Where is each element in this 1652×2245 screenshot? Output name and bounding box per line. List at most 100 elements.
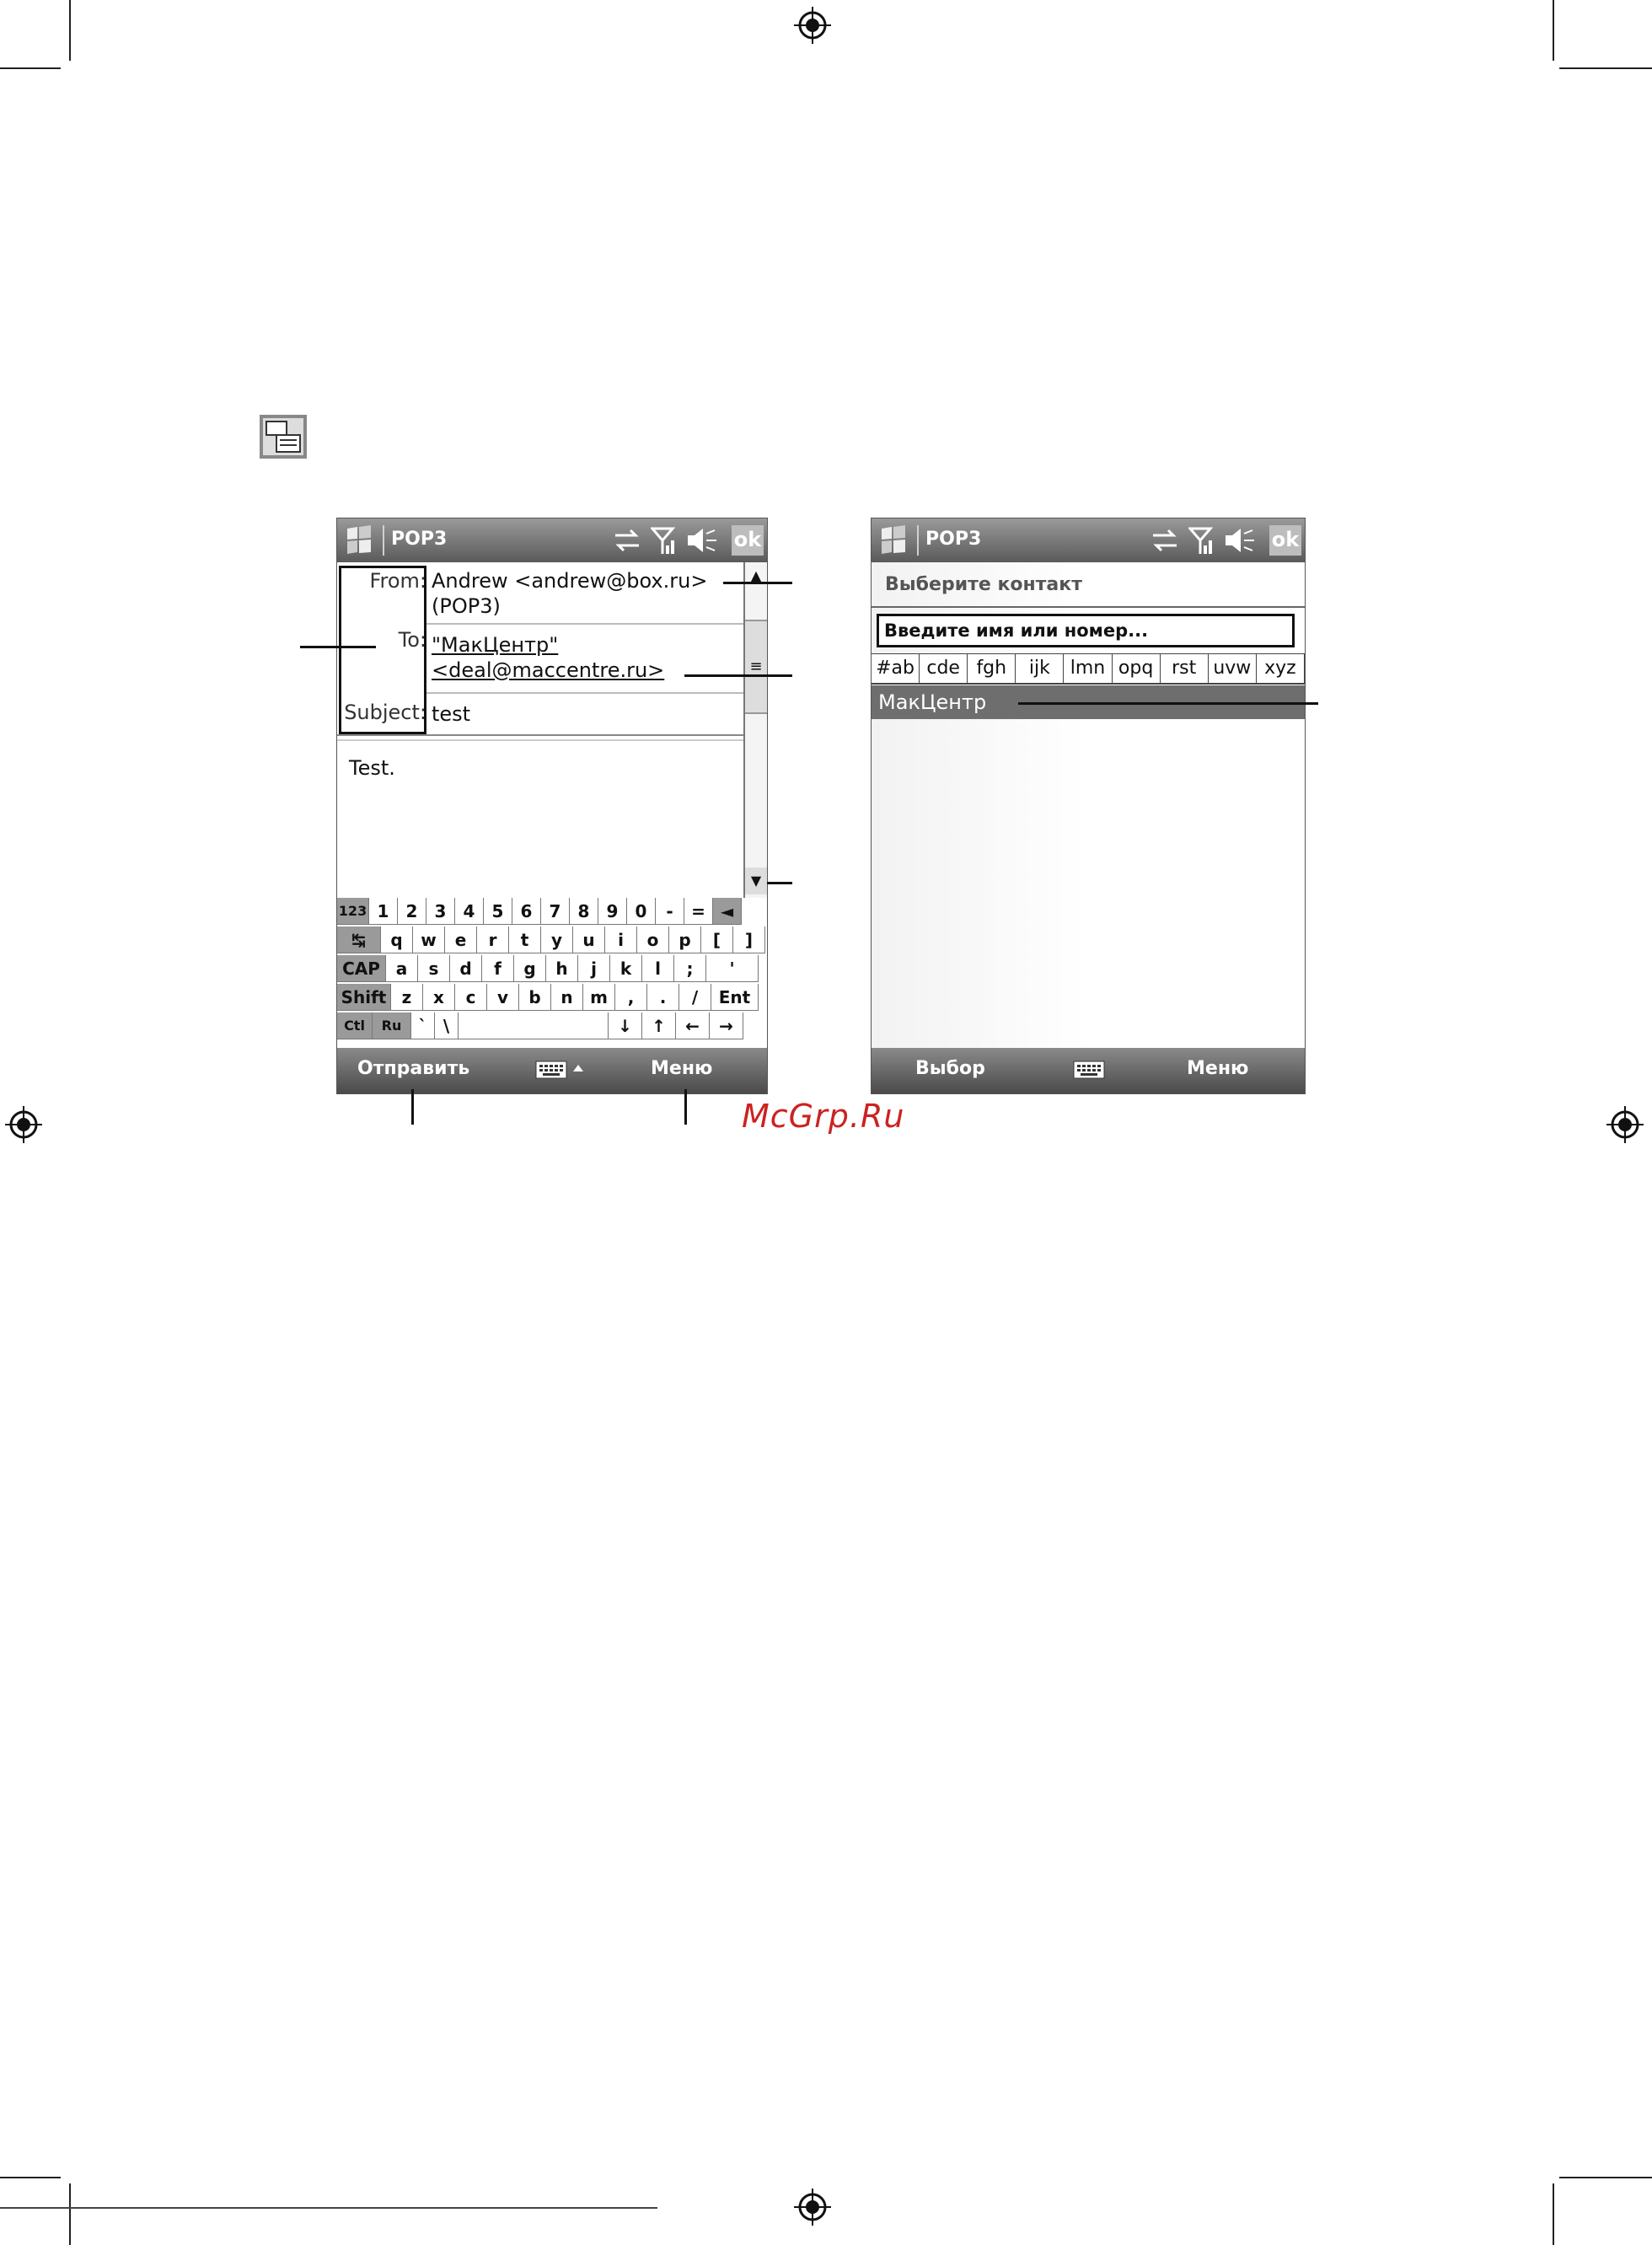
- key[interactable]: →: [710, 1012, 743, 1039]
- key[interactable]: g: [514, 955, 546, 982]
- alphabet-tab[interactable]: #ab: [872, 654, 920, 683]
- menu-bar: Отправить Меню: [337, 1048, 767, 1093]
- menu-softkey-right[interactable]: Меню: [1187, 1058, 1248, 1079]
- select-softkey[interactable]: Выбор: [915, 1058, 985, 1079]
- ok-button[interactable]: ok: [732, 525, 764, 556]
- key[interactable]: ]: [733, 926, 765, 953]
- key[interactable]: a: [386, 955, 418, 982]
- alphabet-tab[interactable]: cde: [920, 654, 968, 683]
- key[interactable]: n: [551, 984, 583, 1011]
- from-field[interactable]: Andrew <andrew@box.ru>: [432, 569, 707, 593]
- key[interactable]: 6: [512, 898, 541, 925]
- keyboard-icon[interactable]: [534, 1058, 588, 1082]
- key[interactable]: o: [637, 926, 669, 953]
- alphabet-tab[interactable]: ijk: [1016, 654, 1065, 683]
- key[interactable]: u: [573, 926, 605, 953]
- key[interactable]: Shift: [337, 984, 391, 1011]
- ok-button-right[interactable]: ok: [1269, 525, 1301, 556]
- key[interactable]: j: [578, 955, 610, 982]
- menu-softkey[interactable]: Меню: [651, 1058, 712, 1079]
- key[interactable]: v: [487, 984, 519, 1011]
- signal-icon-right[interactable]: [1188, 525, 1214, 556]
- key[interactable]: 2: [398, 898, 426, 925]
- key[interactable]: Ent: [711, 984, 759, 1011]
- to-field-address[interactable]: <deal@maccentre.ru>: [432, 658, 664, 682]
- scrollbar[interactable]: [743, 562, 767, 898]
- window-title-right: POP3: [925, 529, 982, 550]
- alphabet-tab[interactable]: xyz: [1257, 654, 1305, 683]
- scroll-down-arrow[interactable]: ▼: [745, 867, 767, 894]
- key[interactable]: w: [413, 926, 445, 953]
- key-space[interactable]: [459, 1012, 609, 1039]
- key[interactable]: d: [450, 955, 482, 982]
- key[interactable]: Ru: [373, 1012, 411, 1039]
- key[interactable]: 9: [598, 898, 627, 925]
- key[interactable]: s: [418, 955, 450, 982]
- key[interactable]: e: [445, 926, 477, 953]
- subject-field[interactable]: test: [432, 702, 470, 726]
- key[interactable]: i: [605, 926, 637, 953]
- key[interactable]: q: [381, 926, 413, 953]
- key[interactable]: l: [642, 955, 674, 982]
- key[interactable]: Ctl: [337, 1012, 373, 1039]
- key[interactable]: ': [706, 955, 759, 982]
- key[interactable]: 8: [570, 898, 598, 925]
- keyboard-icon-right[interactable]: [1072, 1058, 1106, 1082]
- key[interactable]: x: [423, 984, 455, 1011]
- key[interactable]: f: [482, 955, 514, 982]
- key[interactable]: ◄: [713, 898, 742, 925]
- key[interactable]: ,: [615, 984, 647, 1011]
- alphabet-tab[interactable]: lmn: [1064, 654, 1113, 683]
- key[interactable]: p: [669, 926, 701, 953]
- watermark: McGrp.Ru: [742, 1098, 905, 1135]
- callout-labels: [300, 646, 376, 648]
- scroll-thumb[interactable]: ≡: [745, 620, 767, 714]
- key[interactable]: ←: [676, 1012, 710, 1039]
- key[interactable]: /: [679, 984, 711, 1011]
- key[interactable]: [: [701, 926, 733, 953]
- volume-icon-right[interactable]: [1222, 525, 1256, 556]
- key[interactable]: 1: [369, 898, 398, 925]
- connectivity-icon[interactable]: [612, 525, 642, 556]
- key[interactable]: 4: [455, 898, 484, 925]
- key[interactable]: ↓: [609, 1012, 642, 1039]
- windows-start-icon[interactable]: [342, 524, 378, 557]
- key[interactable]: 5: [484, 898, 512, 925]
- key[interactable]: b: [519, 984, 551, 1011]
- key[interactable]: y: [541, 926, 573, 953]
- key[interactable]: `: [411, 1012, 435, 1039]
- key[interactable]: 0: [627, 898, 656, 925]
- key[interactable]: \: [435, 1012, 459, 1039]
- key[interactable]: -: [656, 898, 684, 925]
- to-field[interactable]: "МакЦентр": [432, 633, 558, 657]
- signal-icon[interactable]: [651, 525, 676, 556]
- key[interactable]: 3: [426, 898, 455, 925]
- key[interactable]: k: [610, 955, 642, 982]
- key[interactable]: t: [509, 926, 541, 953]
- menu-bar-right: Выбор Меню: [872, 1048, 1305, 1093]
- alphabet-tab[interactable]: fgh: [968, 654, 1016, 683]
- contact-search-input[interactable]: Введите имя или номер...: [877, 614, 1295, 647]
- windows-start-icon-right[interactable]: [877, 524, 912, 557]
- connectivity-icon-right[interactable]: [1150, 525, 1180, 556]
- scroll-up-arrow[interactable]: ▲: [745, 567, 767, 589]
- key[interactable]: r: [477, 926, 509, 953]
- key[interactable]: =: [684, 898, 713, 925]
- key[interactable]: h: [546, 955, 578, 982]
- alphabet-tab[interactable]: rst: [1161, 654, 1209, 683]
- key[interactable]: m: [583, 984, 615, 1011]
- key[interactable]: z: [391, 984, 423, 1011]
- key[interactable]: ;: [674, 955, 706, 982]
- alphabet-tab[interactable]: uvw: [1209, 654, 1257, 683]
- key[interactable]: 7: [541, 898, 570, 925]
- key[interactable]: .: [647, 984, 679, 1011]
- key[interactable]: ↑: [642, 1012, 676, 1039]
- key[interactable]: ↹: [337, 926, 381, 953]
- key[interactable]: CAP: [337, 955, 386, 982]
- volume-icon[interactable]: [684, 525, 718, 556]
- key[interactable]: 123: [337, 898, 369, 925]
- message-body[interactable]: Test.: [349, 756, 395, 780]
- alphabet-tab[interactable]: opq: [1113, 654, 1161, 683]
- key[interactable]: c: [455, 984, 487, 1011]
- send-softkey[interactable]: Отправить: [357, 1058, 469, 1079]
